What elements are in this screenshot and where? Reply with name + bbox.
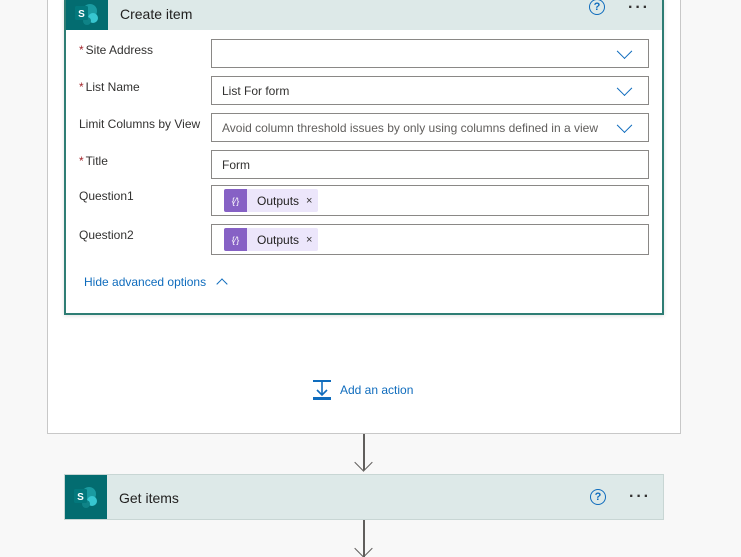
question1-label: Question1 (79, 189, 134, 203)
hide-advanced-options-label: Hide advanced options (84, 275, 207, 289)
title-value: Form (222, 157, 250, 172)
site-address-dropdown[interactable] (211, 39, 649, 68)
question2-label: Question2 (79, 228, 134, 242)
expression-icon: {⁄} (224, 228, 247, 251)
token-label: Outputs (257, 193, 300, 208)
help-icon[interactable]: ? (590, 489, 606, 505)
limit-columns-value: Avoid column threshold issues by only us… (222, 120, 598, 135)
chevron-down-icon[interactable] (616, 79, 633, 96)
sharepoint-logo-letter: S (78, 9, 85, 20)
site-address-label: * Site Address (79, 43, 154, 57)
more-options-icon[interactable]: ··· (629, 488, 651, 506)
required-mark: * (79, 80, 84, 94)
remove-token-icon[interactable]: × (306, 234, 312, 246)
create-item-card: S Create item ? ··· * Site Address * List … (64, 0, 664, 315)
required-mark: * (79, 154, 84, 168)
add-action-icon (313, 380, 331, 400)
question2-input[interactable]: {⁄} Outputs × (211, 224, 649, 255)
get-items-title: Get items (119, 490, 179, 506)
list-name-dropdown[interactable]: List For form (211, 76, 649, 105)
add-an-action-button[interactable]: Add an action (312, 379, 413, 401)
help-icon[interactable]: ? (589, 0, 605, 15)
get-items-card[interactable]: S Get items ? ··· (64, 474, 664, 520)
title-input[interactable]: Form (211, 150, 649, 179)
chevron-up-icon (216, 278, 228, 290)
create-item-title: Create item (120, 6, 193, 22)
outputs-token[interactable]: {⁄} Outputs × (224, 228, 319, 251)
arrow-down-icon (354, 453, 373, 472)
required-mark: * (79, 43, 84, 57)
remove-token-icon[interactable]: × (306, 195, 312, 207)
sharepoint-logo-icon: S (66, 0, 108, 30)
sharepoint-logo-icon: S (65, 475, 107, 519)
chevron-down-icon[interactable] (616, 116, 633, 133)
arrow-down-icon (354, 539, 373, 557)
limit-columns-label: Limit Columns by View (79, 117, 201, 131)
list-name-label: * List Name (79, 80, 140, 94)
chevron-down-icon[interactable] (616, 42, 633, 59)
question1-input[interactable]: {⁄} Outputs × (211, 185, 649, 216)
sharepoint-logo-letter: S (77, 492, 84, 503)
hide-advanced-options-link[interactable]: Hide advanced options (84, 275, 228, 290)
create-item-header[interactable]: S Create item ? ··· (66, 0, 662, 30)
expression-icon: {⁄} (224, 189, 247, 212)
add-an-action-label: Add an action (340, 383, 414, 397)
token-label: Outputs (257, 232, 300, 247)
title-label: * Title (79, 154, 108, 168)
list-name-value: List For form (222, 83, 290, 98)
limit-columns-dropdown[interactable]: Avoid column threshold issues by only us… (211, 113, 649, 142)
more-options-icon[interactable]: ··· (628, 0, 650, 17)
outputs-token[interactable]: {⁄} Outputs × (224, 189, 319, 212)
